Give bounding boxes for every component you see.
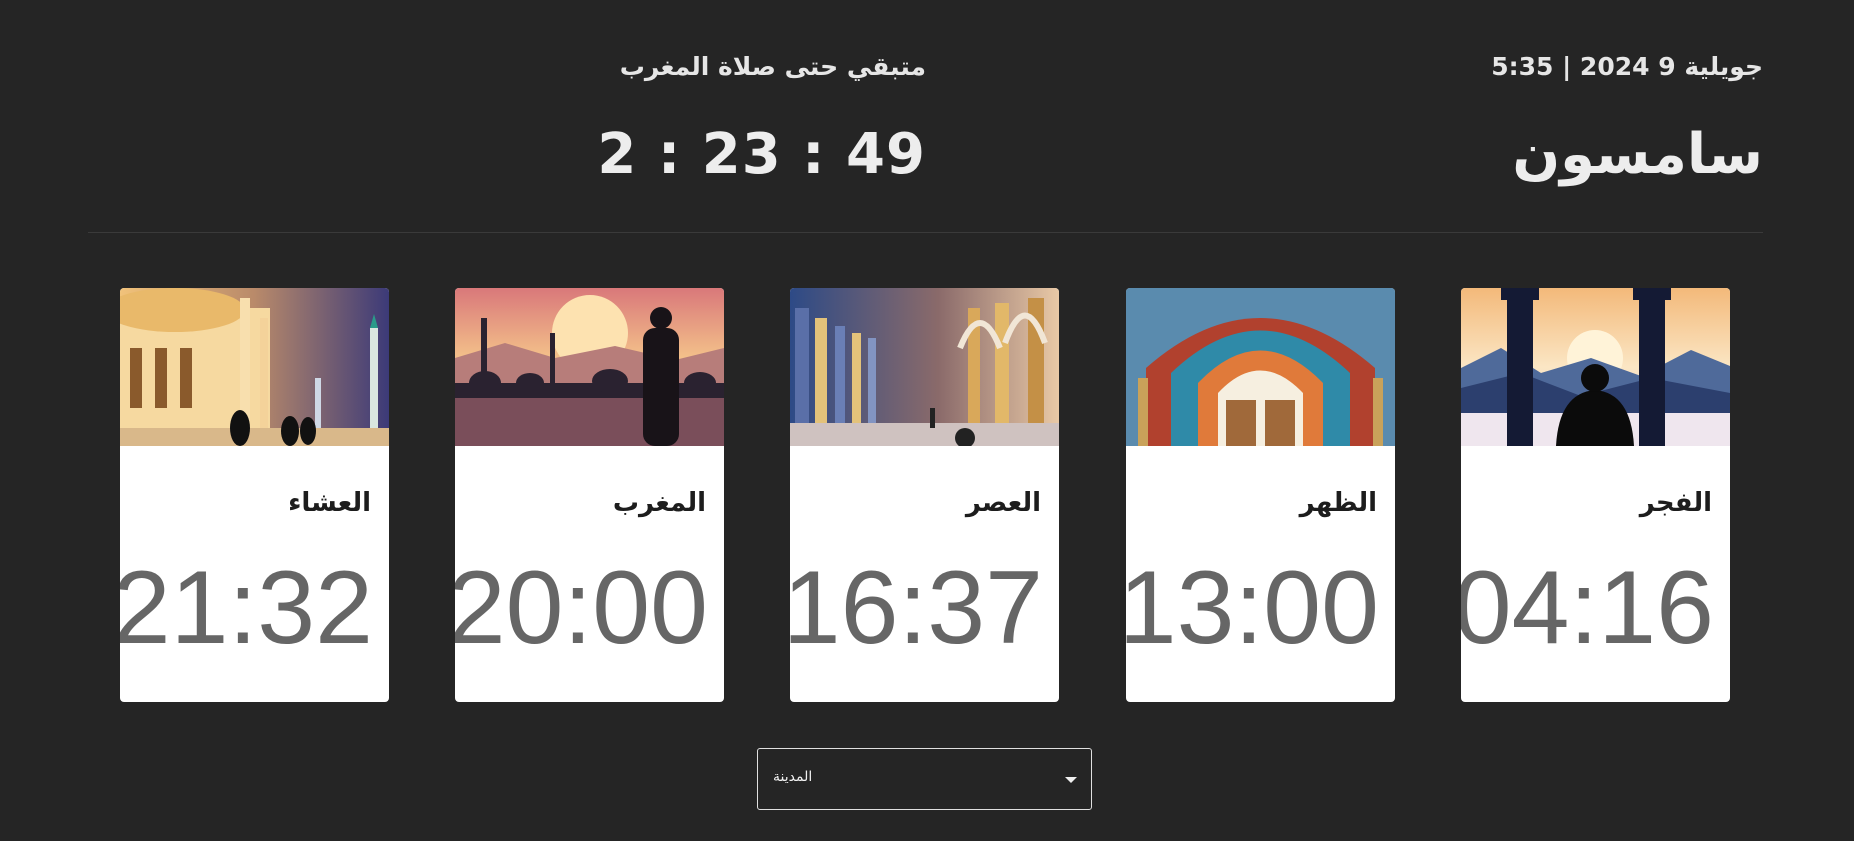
prayer-card-fajr: الفجر 04:16 (1461, 288, 1730, 702)
sunset-silhouette-image (455, 288, 724, 446)
prayer-name: الفجر (1639, 488, 1712, 518)
prayer-time: 20:00 (455, 550, 708, 666)
dawn-silhouette-image (1461, 288, 1730, 446)
prayer-time: 04:16 (1461, 550, 1714, 666)
prayer-card-maghrib: المغرب 20:00 (455, 288, 724, 702)
city-name: سامسون (1512, 122, 1763, 187)
header: جويلية 9 2024 | 5:35 سامسون متبقي حتى صل… (88, 0, 1763, 233)
prayer-time: 21:32 (120, 550, 373, 666)
prayer-time: 16:37 (790, 550, 1043, 666)
mosque-columns-image (790, 288, 1059, 446)
prayer-card-asr: العصر 16:37 (790, 288, 1059, 702)
prayer-card-dhuhr: الظهر 13:00 (1126, 288, 1395, 702)
prayer-card-isha: العشاء 21:32 (120, 288, 389, 702)
prayer-name: العشاء (288, 488, 371, 518)
mosque-night-image (120, 288, 389, 446)
ornate-arch-image (1126, 288, 1395, 446)
city-select[interactable]: المدينة (757, 748, 1092, 810)
prayer-name: المغرب (612, 488, 706, 518)
prayer-name: العصر (965, 488, 1041, 518)
current-date-time: جويلية 9 2024 | 5:35 (1491, 52, 1763, 81)
prayer-cards: العشاء 21:32 المغرب 20:00 العصر 16:37 ال… (0, 288, 1854, 702)
remaining-time-label: متبقي حتى صلاة المغرب (619, 52, 926, 81)
city-select-value: المدينة (773, 769, 813, 785)
prayer-time: 13:00 (1126, 550, 1379, 666)
countdown-timer: 2 : 23 : 49 (597, 122, 926, 187)
prayer-name: الظهر (1299, 488, 1377, 518)
chevron-down-icon (1065, 777, 1077, 783)
